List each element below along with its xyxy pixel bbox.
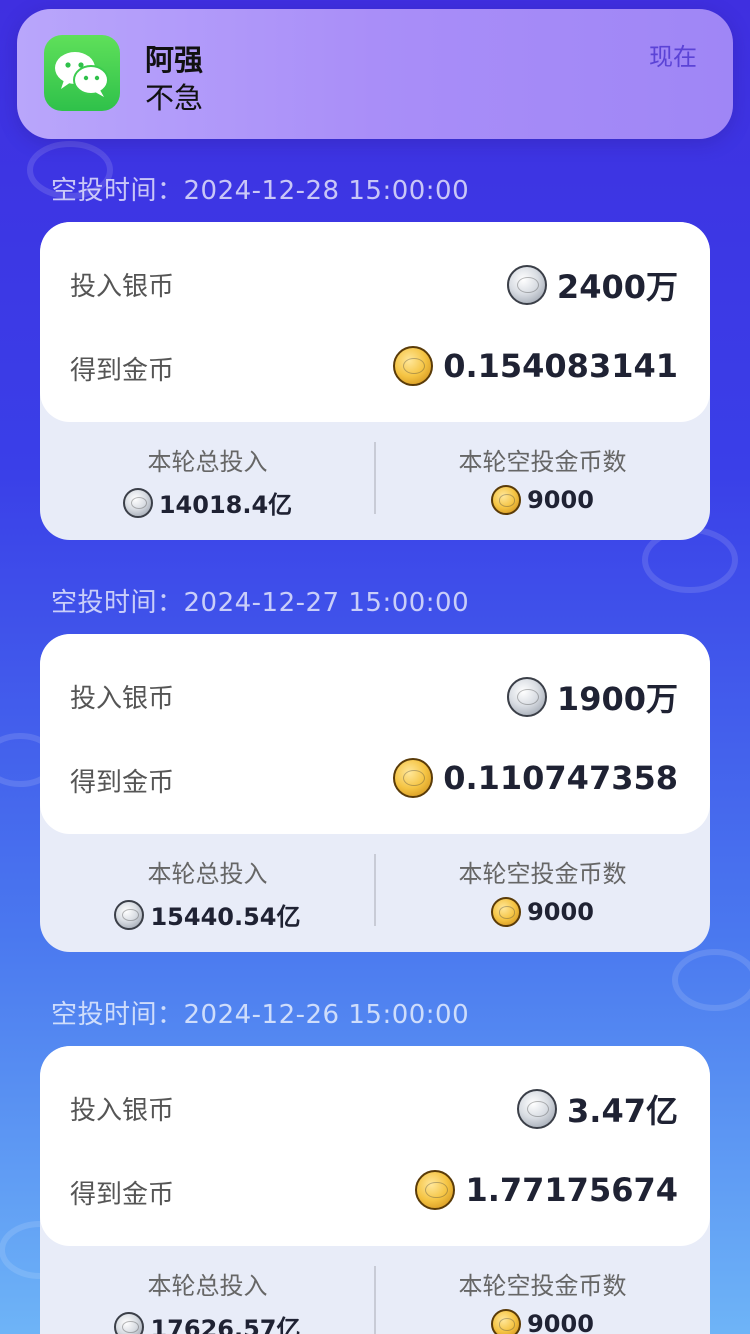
- round-airdrop-label: 本轮空投金币数: [458, 1272, 627, 1300]
- receive-label: 得到金币: [70, 768, 175, 798]
- receive-label: 得到金币: [70, 1180, 175, 1210]
- invest-value: 1900万: [506, 674, 678, 720]
- receive-label: 得到金币: [70, 356, 175, 386]
- airdrop-record-card: 投入银币 3.47亿 得到金币 1.77175674 本轮总投入 17626.5…: [40, 1046, 710, 1334]
- round-airdrop-stat: 本轮空投金币数 9000: [375, 422, 710, 540]
- airdrop-time-label: 空投时间：2024-12-26 15:00:00: [51, 1000, 470, 1030]
- round-airdrop-value: 9000: [527, 1310, 594, 1334]
- round-airdrop-label: 本轮空投金币数: [458, 860, 627, 888]
- card-summary: 投入银币 1900万 得到金币 0.110747358: [40, 634, 710, 834]
- round-total-value: 17626.57亿: [150, 1315, 301, 1334]
- airdrop-record-card: 投入银币 1900万 得到金币 0.110747358 本轮总投入 15440.…: [40, 634, 710, 952]
- silver-coin-icon: [114, 1311, 145, 1334]
- notification-sender: 阿强: [145, 43, 204, 77]
- silver-coin-icon: [114, 899, 145, 930]
- invest-amount: 3.47亿: [567, 1092, 678, 1130]
- round-airdrop-value: 9000: [527, 898, 594, 926]
- silver-coin-icon: [506, 677, 547, 717]
- airdrop-time-label: 空投时间：2024-12-28 15:00:00: [51, 176, 470, 206]
- receive-value: 0.110747358: [393, 758, 678, 798]
- receive-amount: 0.154083141: [443, 347, 678, 385]
- silver-coin-icon: [517, 1089, 558, 1129]
- receive-value: 1.77175674: [415, 1170, 678, 1210]
- receive-amount: 0.110747358: [443, 759, 678, 797]
- invest-label: 投入银币: [70, 684, 175, 714]
- round-total-label: 本轮总投入: [147, 448, 268, 476]
- notification-time: 现在: [649, 43, 697, 71]
- round-total-stat: 本轮总投入 17626.57亿: [40, 1246, 375, 1334]
- gold-coin-icon: [415, 1170, 456, 1210]
- invest-label: 投入银币: [70, 272, 175, 302]
- card-summary: 投入银币 2400万 得到金币 0.154083141: [40, 222, 710, 422]
- wechat-icon: [44, 35, 120, 111]
- invest-amount: 2400万: [556, 268, 678, 306]
- invest-value: 2400万: [506, 262, 678, 308]
- round-airdrop-value: 9000: [527, 486, 594, 514]
- round-total-label: 本轮总投入: [147, 860, 268, 888]
- invest-value: 3.47亿: [517, 1086, 678, 1132]
- gold-coin-icon: [491, 897, 522, 927]
- airdrop-time-label: 空投时间：2024-12-27 15:00:00: [51, 588, 470, 618]
- notification-banner[interactable]: 阿强 不急 现在: [17, 9, 733, 139]
- round-airdrop-label: 本轮空投金币数: [458, 448, 627, 476]
- round-total-value: 14018.4亿: [158, 491, 293, 519]
- notification-message: 不急: [145, 81, 204, 115]
- round-total-value: 15440.54亿: [150, 903, 301, 931]
- round-total-stat: 本轮总投入 14018.4亿: [40, 422, 375, 540]
- round-total-label: 本轮总投入: [147, 1272, 268, 1300]
- airdrop-record-card: 投入银币 2400万 得到金币 0.154083141 本轮总投入 14018.…: [40, 222, 710, 540]
- receive-value: 0.154083141: [393, 346, 678, 386]
- receive-amount: 1.77175674: [465, 1171, 678, 1209]
- round-airdrop-stat: 本轮空投金币数 9000: [375, 834, 710, 952]
- gold-coin-icon: [491, 1309, 522, 1334]
- round-total-stat: 本轮总投入 15440.54亿: [40, 834, 375, 952]
- gold-coin-icon: [393, 758, 434, 798]
- round-airdrop-stat: 本轮空投金币数 9000: [375, 1246, 710, 1334]
- card-summary: 投入银币 3.47亿 得到金币 1.77175674: [40, 1046, 710, 1246]
- gold-coin-icon: [393, 346, 434, 386]
- invest-amount: 1900万: [556, 680, 678, 718]
- invest-label: 投入银币: [70, 1096, 175, 1126]
- silver-coin-icon: [506, 265, 547, 305]
- silver-coin-icon: [122, 487, 153, 518]
- gold-coin-icon: [491, 485, 522, 515]
